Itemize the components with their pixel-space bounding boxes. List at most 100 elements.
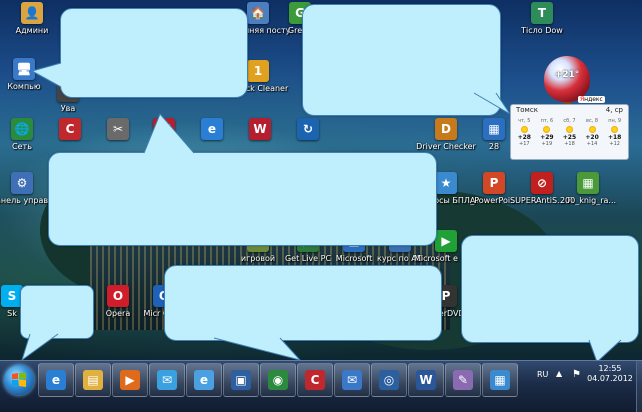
callout-tail: [30, 62, 62, 88]
desktop-icon-tiscali[interactable]: T Тісло Dow: [510, 2, 574, 36]
forecast-day: пн, 9 +18 +12: [603, 118, 626, 148]
control-panel-icon: ⚙: [11, 172, 33, 194]
callout-tail: [143, 113, 195, 154]
chrome-icon: ◉: [268, 370, 288, 390]
tools-icon: ✂: [107, 118, 129, 140]
callout-bubble: [48, 152, 437, 246]
callout-bubble: [60, 8, 248, 98]
taskbar-button-messenger[interactable]: ✉: [149, 363, 185, 397]
sun-icon: [520, 126, 528, 133]
desktop: 👤Админи🖥Компью🌐Сеть⚙Панель управленияSSk…: [0, 0, 642, 360]
clock-time: 12:55: [598, 364, 622, 373]
remote-icon: ▦: [490, 370, 510, 390]
callout-tail: [588, 339, 622, 360]
forecast-low: +12: [609, 141, 620, 147]
yandex-logo[interactable]: Яндекс: [578, 96, 605, 103]
weather-gadget[interactable]: Томск 4, ср чт, 5 +28 +17 пт, 6 +29 +19 сб, 7 +…: [510, 104, 629, 160]
forecast-day-label: вс, 8: [586, 118, 599, 124]
callout-tail: [473, 92, 511, 115]
forecast-high: +20: [585, 134, 599, 141]
mail-icon: ✉: [342, 370, 362, 390]
forecast-day: пт, 6 +29 +19: [536, 118, 559, 148]
superantispyware-icon: ⊘: [531, 172, 553, 194]
desktop-icon-label: Админи: [15, 26, 49, 35]
taskbar-button-ie-2[interactable]: e: [186, 363, 222, 397]
taskbar-button-remote[interactable]: ▦: [482, 363, 518, 397]
desktop-icon-refresh[interactable]: ↻: [276, 118, 340, 142]
yandex-logo-text: ндекс: [584, 96, 603, 103]
ring-icon: ◎: [379, 370, 399, 390]
taskbar-button-save[interactable]: ▣: [223, 363, 259, 397]
desktop-icon-knig[interactable]: ▦ 200_knig_ra...: [556, 172, 620, 206]
forecast-low: +14: [586, 141, 598, 147]
forecast-high: +18: [607, 134, 622, 141]
word-icon: W: [416, 370, 436, 390]
desktop-icon-label: Сеть: [12, 142, 32, 151]
desktop-icon-label: Ува: [60, 104, 76, 113]
windows-logo-icon: [12, 373, 26, 387]
microsoft-2010-icon: ▶: [435, 230, 457, 252]
sun-icon: [543, 126, 551, 133]
home-group-icon: 🏠: [247, 2, 269, 24]
weather-date: 4, ср: [605, 106, 623, 114]
callout-tail: [213, 337, 301, 360]
forecast-day-label: чт, 5: [518, 118, 531, 124]
callout-bubble: [164, 265, 442, 341]
forecast-day-label: пн, 9: [608, 118, 622, 124]
show-hidden-icons-icon[interactable]: ▲: [556, 369, 562, 379]
opera-icon: O: [107, 285, 129, 307]
winrar-2-icon: W: [249, 118, 271, 140]
desktop-icon-label: 200_knig_ra...: [559, 196, 617, 205]
forecast-day-label: сб, 7: [563, 118, 576, 124]
forecast-day: чт, 5 +28 +17: [513, 118, 536, 148]
forecast-day-label: пт, 6: [540, 118, 554, 124]
desktop-icon-admin[interactable]: 👤 Админи: [0, 2, 64, 36]
network-icon: 🌐: [11, 118, 33, 140]
clock[interactable]: 12:55 04.07.2012: [584, 364, 636, 384]
taskbar-button-media-player[interactable]: ▶: [112, 363, 148, 397]
start-button[interactable]: [4, 365, 34, 395]
messenger-icon: ✉: [157, 370, 177, 390]
one-click-cleaner-icon: 1: [247, 60, 269, 82]
action-center-flag-icon[interactable]: ⚑: [572, 369, 581, 381]
knig-icon: ▦: [577, 172, 599, 194]
taskbar-button-explorer[interactable]: ▤: [75, 363, 111, 397]
desktop-icon-control-panel[interactable]: ⚙ Панель управления: [0, 172, 54, 206]
forecast-low: +19: [541, 141, 553, 147]
callout-tail: [21, 333, 59, 360]
decourses-icon: ★: [435, 172, 457, 194]
forecast-day: сб, 7 +25 +18: [558, 118, 581, 148]
taskbar-button-chrome[interactable]: ◉: [260, 363, 296, 397]
admin-icon: 👤: [21, 2, 43, 24]
red-app-icon: C: [59, 118, 81, 140]
ie-icon: e: [46, 370, 66, 390]
taskbar-button-ie[interactable]: e: [38, 363, 74, 397]
language-indicator[interactable]: RU: [537, 370, 548, 380]
callout-bubble: [461, 235, 639, 343]
forecast-low: +18: [564, 141, 575, 147]
forecast-high: +28: [517, 134, 531, 141]
taskbar: e ▤ ▶ ✉ e ▣ ◉ C ✉ ◎ W ✎ ▦ RU ▲ ⚑ 12:55 04.07.2012: [0, 360, 642, 412]
ie-icon: e: [201, 118, 223, 140]
forecast-high: +29: [540, 134, 554, 141]
taskbar-button-word[interactable]: W: [408, 363, 444, 397]
ie-2-icon: e: [194, 370, 214, 390]
forecast-day: вс, 8 +20 +14: [581, 118, 604, 148]
clock-date: 04.07.2012: [587, 374, 633, 383]
taskbar-button-paint[interactable]: ✎: [445, 363, 481, 397]
desktop-icon-label: Тісло Dow: [521, 26, 563, 35]
paint-icon: ✎: [453, 370, 473, 390]
taskbar-button-mail[interactable]: ✉: [334, 363, 370, 397]
weather-forecast: чт, 5 +28 +17 пт, 6 +29 +19 сб, 7 +25 +18 вс, 8 +2…: [513, 118, 626, 148]
refresh-icon: ↻: [297, 118, 319, 140]
show-desktop-button[interactable]: [636, 361, 642, 412]
explorer-icon: ▤: [83, 370, 103, 390]
sun-icon: [588, 126, 596, 133]
sun-icon: [611, 126, 619, 133]
taskbar-button-red-app[interactable]: C: [297, 363, 333, 397]
taskbar-button-ring[interactable]: ◎: [371, 363, 407, 397]
desktop-icon-label: Панель управления: [0, 196, 54, 205]
tiscali-icon: T: [531, 2, 553, 24]
forecast-low: +17: [519, 141, 530, 147]
driver-icon: D: [435, 118, 457, 140]
